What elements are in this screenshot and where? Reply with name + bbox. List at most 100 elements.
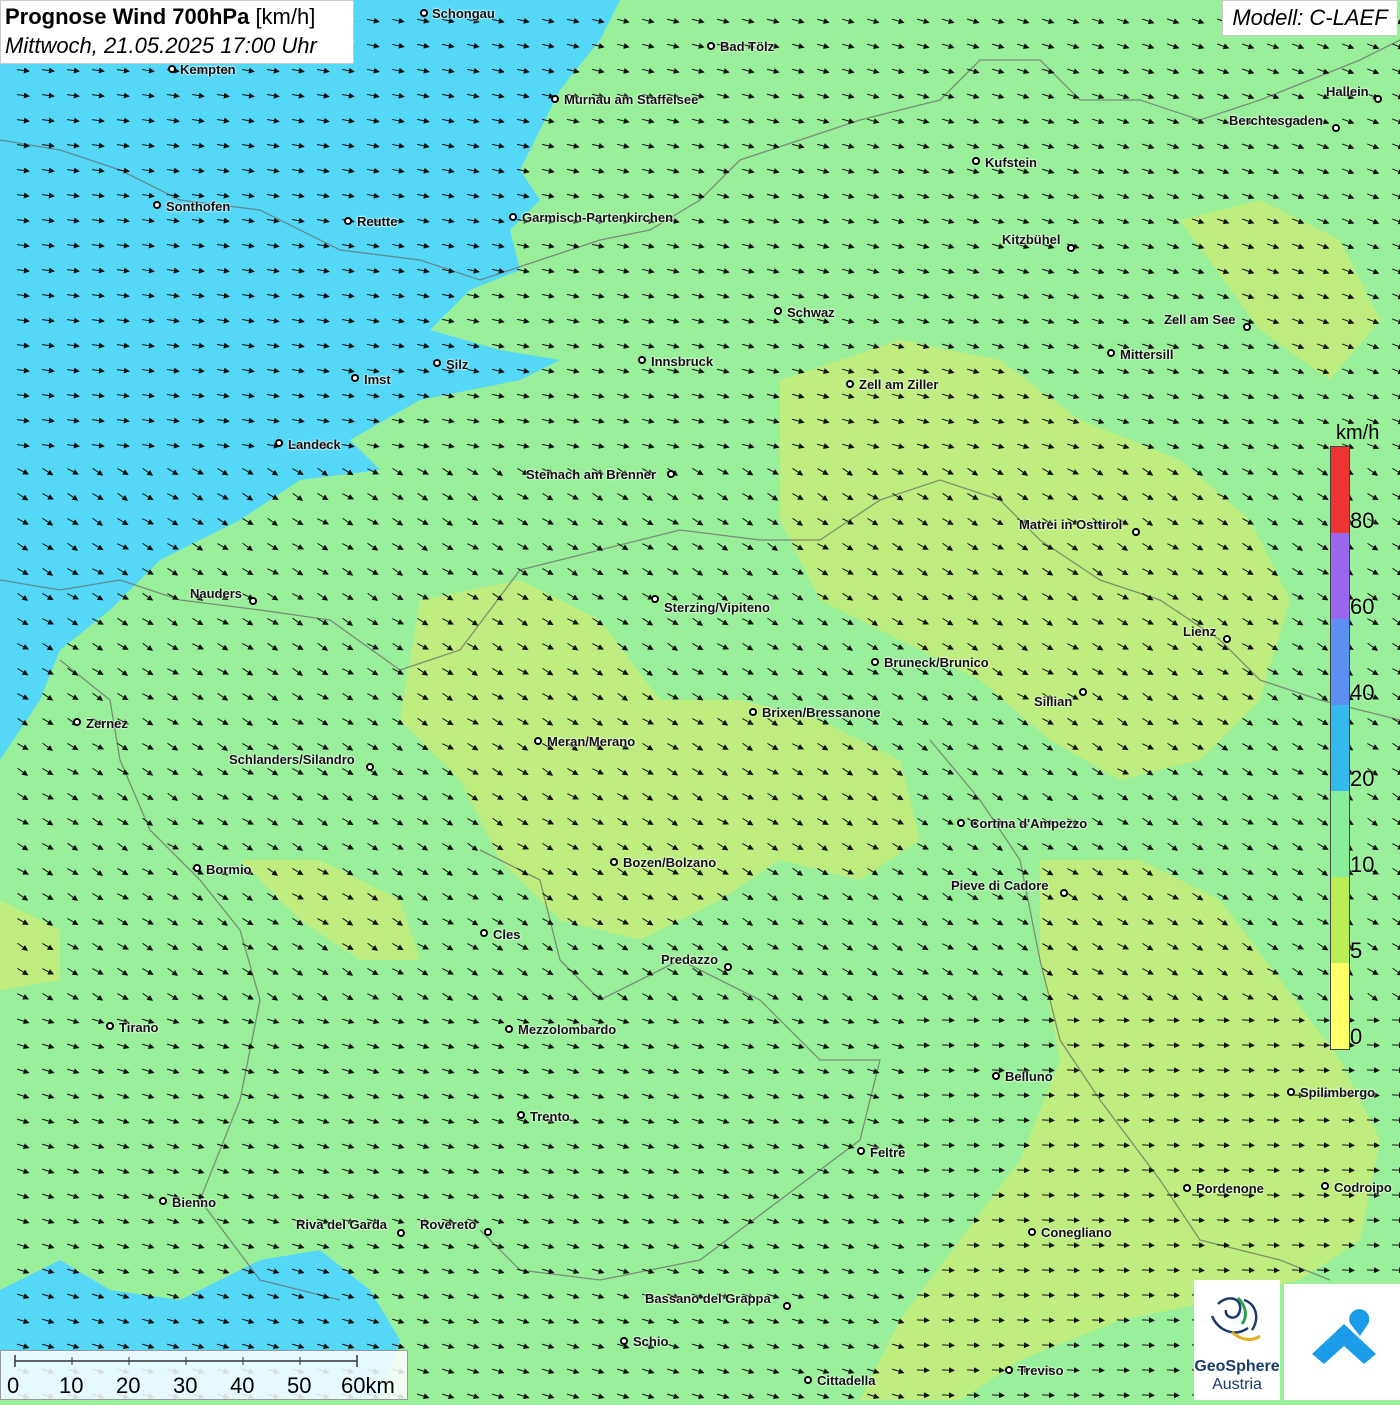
wind-arrow (1216, 1217, 1230, 1224)
city-label: Zell am See (1164, 312, 1236, 327)
city-label: Nauders (190, 586, 243, 601)
wind-arrow (941, 1267, 955, 1274)
geosphere-logo[interactable]: GeoSphere Austria (1194, 1280, 1280, 1400)
wind-arrow (1066, 1167, 1080, 1174)
wind-arrow (1141, 1267, 1155, 1274)
wind-arrow (1291, 1192, 1305, 1199)
wind-arrow (1216, 1017, 1230, 1024)
wind-arrow (1016, 1217, 1030, 1224)
wind-arrow (916, 1092, 930, 1099)
wind-arrow (1116, 1117, 1130, 1124)
wind-arrow (1166, 1167, 1180, 1174)
wind-arrow (1116, 1017, 1130, 1024)
wind-arrow (1216, 1067, 1230, 1074)
wind-arrow (991, 1217, 1005, 1224)
wind-arrow (991, 1192, 1005, 1199)
wind-arrow (1016, 1142, 1030, 1149)
wind-arrow (1041, 1117, 1055, 1124)
wind-arrow (991, 1242, 1005, 1249)
city-marker (420, 9, 428, 17)
wind-arrow (916, 1267, 930, 1274)
wind-arrow (1066, 1042, 1080, 1049)
wind-arrow (1141, 1242, 1155, 1249)
wind-arrow (1116, 1092, 1130, 1099)
title-main: Prognose Wind 700hPa (5, 4, 250, 29)
wind-arrow (1091, 1017, 1105, 1024)
wind-arrow (916, 1317, 930, 1324)
wind-arrow (916, 1192, 930, 1199)
wind-arrow (1141, 1367, 1155, 1374)
wind-arrow (941, 1317, 955, 1324)
wind-arrow (1241, 1092, 1255, 1099)
wind-arrow (1016, 1017, 1030, 1024)
wind-arrow (1016, 1267, 1030, 1274)
city-label: Bozen/Bolzano (623, 855, 717, 870)
scale-label: 40 (230, 1373, 255, 1398)
city-label: Bad Tölz (720, 39, 775, 54)
wind-arrow (1066, 1242, 1080, 1249)
wind-arrow (1191, 1067, 1205, 1074)
wind-arrow (941, 1067, 955, 1074)
city-label: Innsbruck (651, 354, 714, 369)
wind-arrow (1241, 1042, 1255, 1049)
wind-arrow (1291, 1142, 1305, 1149)
city-marker (707, 42, 715, 50)
city-label: Schongau (432, 6, 495, 21)
wind-arrow (1141, 1092, 1155, 1099)
wind-arrow (1066, 1267, 1080, 1274)
city-label: Sonthofen (166, 199, 231, 214)
wind-arrow (1191, 1042, 1205, 1049)
legend-seg-blue (1331, 619, 1349, 705)
scale-ticks (14, 1355, 358, 1367)
wind-arrow (1116, 1167, 1130, 1174)
legend-label-20: 20 (1350, 766, 1375, 791)
wind-arrow (916, 1342, 930, 1349)
wind-arrow (1316, 1067, 1330, 1074)
city-marker (972, 157, 980, 165)
wind-arrow (1191, 1167, 1205, 1174)
wind-arrow (1291, 1242, 1305, 1249)
wind-arrow (1341, 1242, 1355, 1249)
wind-arrow (1166, 1042, 1180, 1049)
city-label: Berchtesgaden (1229, 113, 1323, 128)
wind-arrow (966, 1192, 980, 1199)
wind-arrow (1191, 1117, 1205, 1124)
wind-arrow (1191, 1017, 1205, 1024)
city-marker (1005, 1366, 1013, 1374)
wind-arrow (1116, 1267, 1130, 1274)
wind-arrow (1391, 1142, 1400, 1149)
wind-arrow (1191, 1142, 1205, 1149)
city-marker (534, 737, 542, 745)
wind-arrow (991, 1317, 1005, 1324)
wind-arrow (1366, 1167, 1380, 1174)
wind-arrow (1316, 1142, 1330, 1149)
wind-arrow (1291, 1217, 1305, 1224)
city-label: Belluno (1005, 1069, 1053, 1084)
wind-arrow (1391, 1242, 1400, 1249)
map-title: Prognose Wind 700hPa [km/h] (5, 4, 349, 30)
wind-arrow (1266, 1117, 1280, 1124)
wind-arrow (1116, 1067, 1130, 1074)
wind-arrow (941, 1292, 955, 1299)
app-logo[interactable] (1284, 1284, 1400, 1400)
wind-arrow (1091, 1267, 1105, 1274)
wind-arrow (1141, 1117, 1155, 1124)
wind-arrow (1016, 1317, 1030, 1324)
legend-label-10: 10 (1350, 852, 1375, 877)
city-marker (774, 307, 782, 315)
wind-arrow (1141, 1317, 1155, 1324)
city-label: Reutte (357, 214, 398, 229)
wind-arrow (966, 1217, 980, 1224)
city-marker (957, 819, 965, 827)
city-marker (620, 1337, 628, 1345)
city-marker (1079, 688, 1087, 696)
wind-arrow (1291, 1167, 1305, 1174)
wind-arrow (1366, 1067, 1380, 1074)
wind-arrow (916, 1242, 930, 1249)
wind-arrow (1116, 1367, 1130, 1374)
city-marker (484, 1228, 492, 1236)
wind-arrow (1166, 1267, 1180, 1274)
city-label: Murnau am Staffelsee (564, 92, 699, 107)
wind-arrow (1391, 1192, 1400, 1199)
wind-arrow (1266, 1017, 1280, 1024)
